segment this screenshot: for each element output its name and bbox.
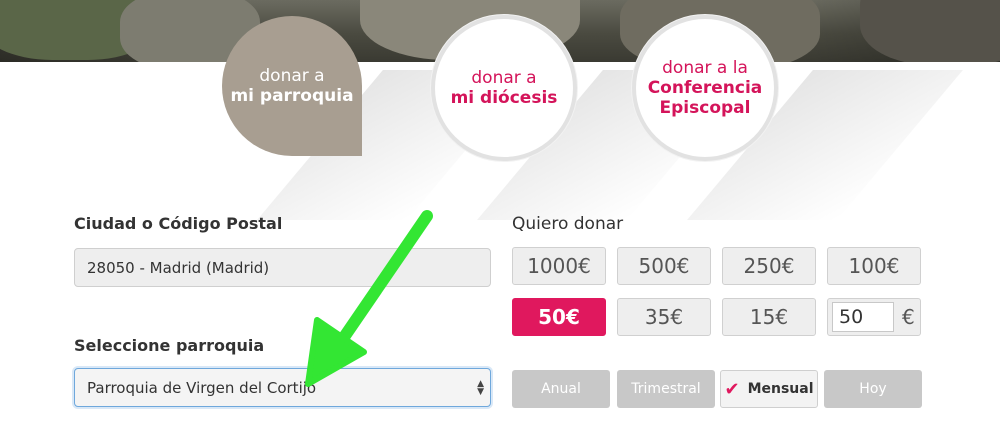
amount-button-15[interactable]: 15€ (722, 298, 816, 336)
hero-rock (860, 0, 1000, 62)
tab-label-line2: Conferencia (647, 78, 763, 98)
location-input[interactable]: 28050 - Madrid (Madrid) (74, 248, 491, 287)
amount-button-100[interactable]: 100€ (827, 247, 921, 285)
frequency-trimestral-button[interactable]: Trimestral (617, 370, 715, 408)
amount-button-500[interactable]: 500€ (617, 247, 711, 285)
parish-label: Seleccione parroquia (74, 336, 265, 355)
custom-amount-box: 50 € (827, 298, 921, 336)
frequency-anual-button[interactable]: Anual (512, 370, 610, 408)
tab-label-line1: donar a la (662, 58, 748, 78)
location-label: Ciudad o Código Postal (74, 214, 283, 233)
location-value: 28050 - Madrid (Madrid) (87, 258, 270, 277)
donation-label: Quiero donar (512, 214, 624, 234)
amount-button-50[interactable]: 50€ (512, 298, 606, 336)
frequency-mensual-button[interactable]: ✔ Mensual (720, 370, 818, 408)
amount-button-1000[interactable]: 1000€ (512, 247, 606, 285)
frequency-label: Hoy (859, 381, 887, 397)
currency-symbol: € (902, 305, 915, 329)
tab-label-line2: mi diócesis (450, 88, 558, 108)
parish-select[interactable]: Parroquia de Virgen del Cortijo ▲ ▼ (74, 368, 491, 407)
select-caret-icon: ▲ ▼ (477, 378, 484, 397)
custom-amount-input[interactable]: 50 (832, 302, 894, 332)
frequency-label: Anual (541, 381, 581, 397)
tab-label-line2: mi parroquia (230, 86, 354, 106)
frequency-hoy-button[interactable]: Hoy (824, 370, 922, 408)
frequency-label: Trimestral (631, 381, 701, 397)
tab-mi-parroquia[interactable]: donar a mi parroquia (222, 16, 362, 156)
tab-conferencia-episcopal[interactable]: donar a la Conferencia Episcopal (632, 15, 778, 161)
tab-label-line1: donar a (471, 68, 537, 88)
tab-mi-diocesis[interactable]: donar a mi diócesis (431, 15, 577, 161)
tab-label-line3: Episcopal (659, 98, 751, 118)
tab-label-line1: donar a (259, 66, 325, 86)
parish-selected-value: Parroquia de Virgen del Cortijo (87, 378, 317, 397)
frequency-label: Mensual (747, 381, 814, 397)
checkmark-icon: ✔ (724, 378, 740, 400)
amount-button-250[interactable]: 250€ (722, 247, 816, 285)
amount-button-35[interactable]: 35€ (617, 298, 711, 336)
